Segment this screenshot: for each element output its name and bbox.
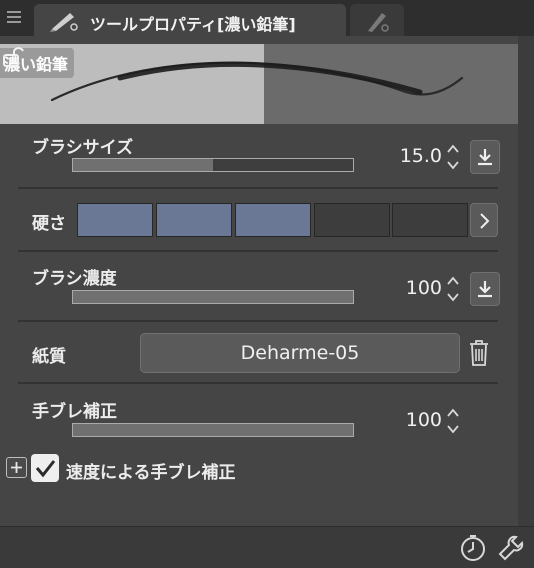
divider: [18, 250, 498, 252]
checkmark-icon: [35, 460, 56, 478]
stabilization-spinner[interactable]: [445, 404, 461, 438]
hardness-level-1[interactable]: [77, 203, 153, 237]
brush-density-slider[interactable]: [72, 290, 354, 304]
hardness-label: 硬さ: [32, 214, 66, 234]
speed-stabilization-label: 速度による手ブレ補正: [66, 463, 236, 483]
stabilization-slider[interactable]: [72, 423, 354, 437]
tab-tool-property[interactable]: ツールプロパティ[濃い鉛筆]: [34, 4, 346, 36]
stroke-preview: 濃い鉛筆: [0, 44, 518, 124]
brush-size-label: ブラシサイズ: [32, 138, 134, 158]
stabilization-value[interactable]: 100: [372, 409, 442, 431]
download-icon: [478, 281, 492, 298]
brush-density-value[interactable]: 100: [372, 277, 442, 299]
expand-button[interactable]: [6, 457, 27, 478]
paper-label: 紙質: [32, 347, 66, 367]
tab-bar: ツールプロパティ[濃い鉛筆]: [0, 0, 534, 36]
trash-icon[interactable]: [466, 336, 492, 368]
brush-size-spinner[interactable]: [445, 140, 461, 174]
hardness-level-3[interactable]: [235, 203, 311, 237]
scrollbar[interactable]: [518, 36, 534, 526]
tab-brush[interactable]: [350, 4, 404, 36]
brush-tool-icon: [368, 13, 389, 32]
brush-size-fill: [73, 159, 213, 171]
chevron-right-icon: [480, 213, 490, 229]
bottom-bar: [0, 526, 534, 568]
divider: [18, 320, 498, 322]
brush-size-slider[interactable]: [72, 158, 354, 172]
hardness-level-5[interactable]: [392, 203, 468, 237]
hardness-level-2[interactable]: [156, 203, 232, 237]
pencil-tool-icon: [50, 13, 78, 32]
stabilization-fill: [73, 424, 353, 436]
menu-icon[interactable]: [4, 8, 24, 28]
tab-title: ツールプロパティ[濃い鉛筆]: [90, 15, 296, 34]
brush-density-fill: [73, 291, 353, 303]
brush-density-preset-button[interactable]: [470, 272, 500, 306]
stroke-sample: [50, 61, 464, 102]
clock-icon[interactable]: [458, 533, 488, 563]
hardness-next-button[interactable]: [470, 203, 498, 237]
speed-stabilization-checkbox[interactable]: [31, 454, 59, 482]
brush-density-spinner[interactable]: [445, 272, 461, 306]
brush-size-value[interactable]: 15.0: [372, 145, 442, 167]
divider: [18, 187, 498, 189]
download-icon: [478, 149, 492, 166]
divider: [18, 382, 498, 384]
lock-icon[interactable]: [0, 44, 24, 68]
brush-size-preset-button[interactable]: [470, 140, 500, 174]
paper-texture-button[interactable]: Deharme-05: [140, 333, 460, 373]
wrench-icon[interactable]: [496, 533, 526, 563]
brush-density-label: ブラシ濃度: [32, 269, 117, 289]
hardness-level-4[interactable]: [314, 203, 390, 237]
plus-icon: [11, 462, 22, 473]
stabilization-label: 手ブレ補正: [32, 402, 117, 422]
